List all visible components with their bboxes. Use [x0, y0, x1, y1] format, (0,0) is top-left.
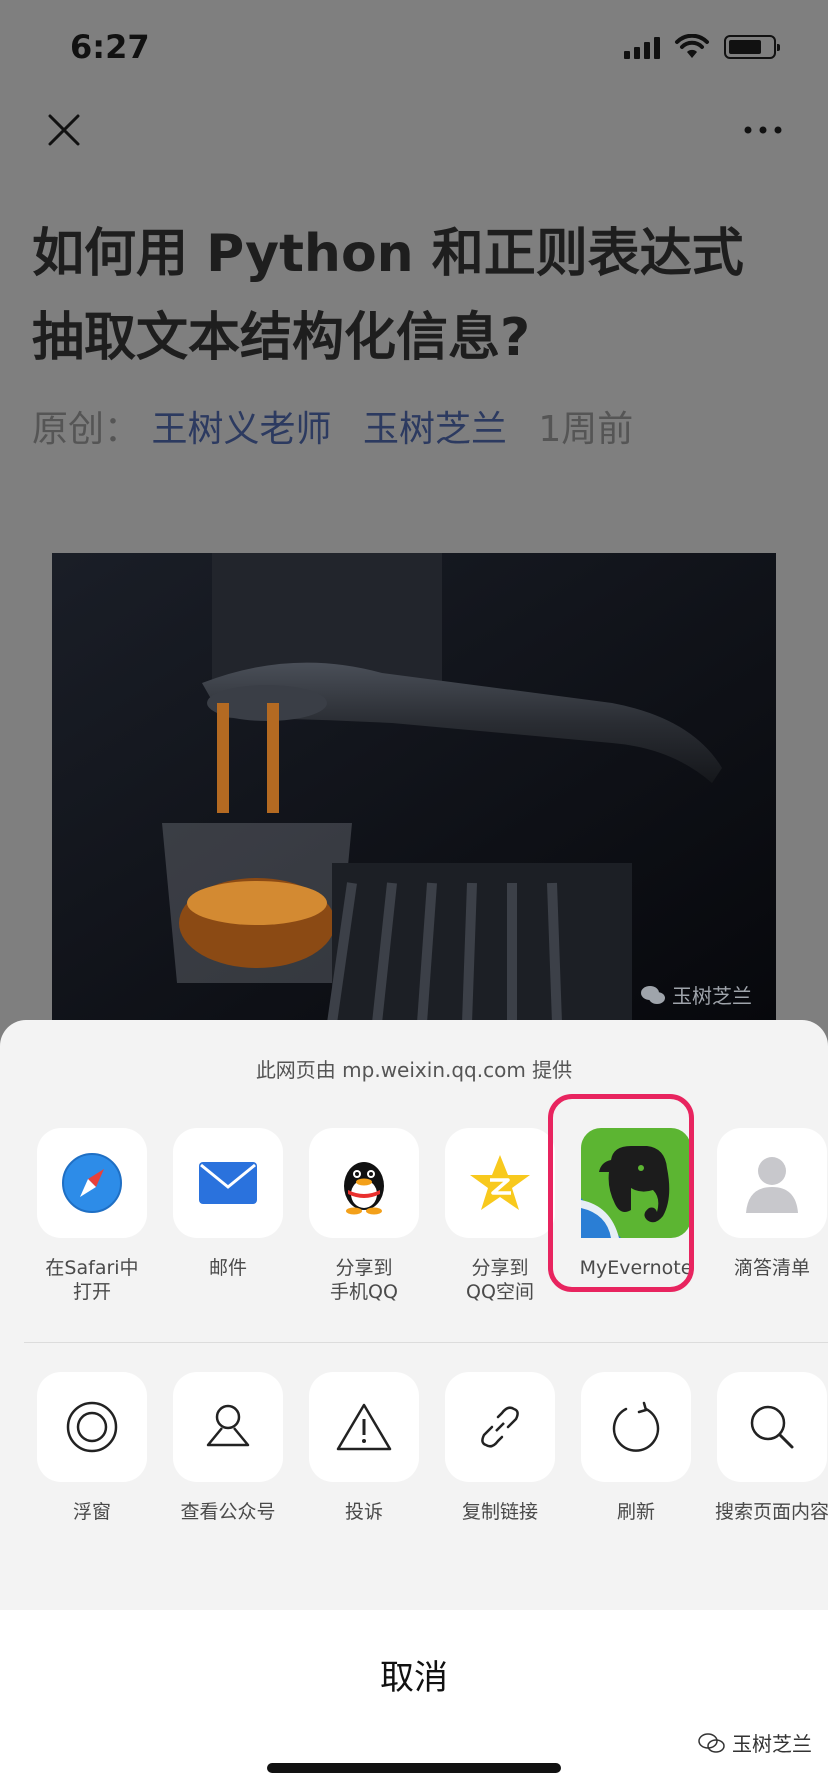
- image-watermark: 玉树芝兰: [640, 980, 752, 1009]
- action-refresh[interactable]: 刷新: [568, 1372, 704, 1524]
- official-account-icon[interactable]: [173, 1372, 283, 1482]
- action-label: 浮窗: [72, 1501, 111, 1523]
- app-mail[interactable]: 邮件: [160, 1128, 296, 1304]
- article-meta: 原创： 王树义老师 玉树芝兰 1周前: [32, 400, 633, 452]
- search-icon[interactable]: [717, 1372, 827, 1482]
- article-title: 如何用 Python 和正则表达式抽取文本结构化信息?: [32, 224, 744, 368]
- more-options-icon[interactable]: [738, 115, 788, 145]
- app-label: 在Safari中 打开: [45, 1257, 139, 1303]
- image-watermark-text: 玉树芝兰: [672, 984, 752, 1008]
- evernote-highlight-frame: [548, 1094, 694, 1292]
- app-qq[interactable]: 分享到 手机QQ: [296, 1128, 432, 1304]
- person-icon[interactable]: [717, 1128, 827, 1238]
- provider-text: 此网页由 mp.weixin.qq.com 提供: [255, 1058, 573, 1082]
- corner-watermark: 玉树芝兰: [698, 1728, 812, 1757]
- home-indicator[interactable]: [267, 1763, 561, 1773]
- action-label: 查看公众号: [180, 1501, 276, 1523]
- action-label: 投诉: [344, 1501, 383, 1523]
- action-copy-link[interactable]: 复制链接: [432, 1372, 568, 1524]
- refresh-icon[interactable]: [581, 1372, 691, 1482]
- warning-icon[interactable]: [309, 1372, 419, 1482]
- wifi-icon: [675, 34, 709, 58]
- wechat-icon: [698, 1732, 725, 1753]
- battery-icon: [724, 35, 780, 59]
- account-link[interactable]: 玉树芝兰: [363, 409, 507, 450]
- publish-time: 1周前: [538, 409, 634, 450]
- author-link[interactable]: 王树义老师: [151, 409, 331, 450]
- app-label: 滴答清单: [733, 1257, 810, 1279]
- cellular-signal-icon: [624, 35, 660, 59]
- corner-watermark-text: 玉树芝兰: [732, 1732, 812, 1756]
- link-icon[interactable]: [445, 1372, 555, 1482]
- actions-row: 浮窗 查看公众号 投诉 复制链接 刷新 搜索页面内容: [24, 1372, 828, 1524]
- action-floating-window[interactable]: 浮窗: [24, 1372, 160, 1524]
- status-time: 6:27: [70, 28, 150, 66]
- qq-icon[interactable]: [309, 1128, 419, 1238]
- status-icons: [624, 34, 780, 60]
- action-label: 刷新: [616, 1501, 655, 1523]
- share-apps-row: 在Safari中 打开 邮件 分享到 手机QQ 分享到 QQ空间 MyEvern…: [24, 1128, 828, 1304]
- safari-icon[interactable]: [37, 1128, 147, 1238]
- action-label: 搜索页面内容: [714, 1501, 828, 1523]
- action-view-account[interactable]: 查看公众号: [160, 1372, 296, 1524]
- cancel-area: 取消 玉树芝兰: [0, 1610, 828, 1792]
- meta-label: 原创：: [32, 409, 141, 450]
- qzone-icon[interactable]: [445, 1128, 555, 1238]
- wechat-icon: [641, 985, 665, 1004]
- action-search-page[interactable]: 搜索页面内容: [704, 1372, 828, 1524]
- sheet-divider: [24, 1342, 828, 1343]
- action-report[interactable]: 投诉: [296, 1372, 432, 1524]
- app-label: 邮件: [208, 1257, 247, 1279]
- share-sheet: 此网页由 mp.weixin.qq.com 提供 在Safari中 打开 邮件: [0, 1020, 828, 1612]
- status-bar: 6:27: [0, 0, 828, 100]
- article-cover-image: 玉树芝兰: [52, 553, 776, 1023]
- floating-window-icon[interactable]: [37, 1372, 147, 1482]
- mail-icon[interactable]: [173, 1128, 283, 1238]
- cancel-button[interactable]: 取消: [0, 1650, 828, 1699]
- action-label: 复制链接: [461, 1501, 538, 1523]
- app-safari[interactable]: 在Safari中 打开: [24, 1128, 160, 1304]
- close-icon[interactable]: [44, 110, 84, 150]
- app-ticktick[interactable]: 滴答清单: [704, 1128, 828, 1304]
- app-label: 分享到 手机QQ: [330, 1257, 398, 1303]
